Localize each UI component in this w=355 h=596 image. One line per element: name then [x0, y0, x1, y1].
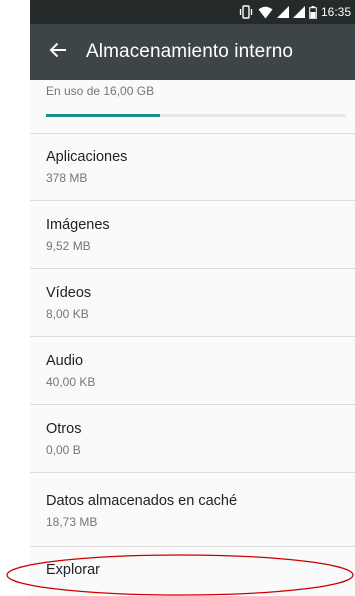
item-size: 40,00 KB	[46, 375, 96, 389]
arrow-back-icon	[49, 42, 67, 63]
signal-icon	[292, 6, 305, 18]
item-title: Datos almacenados en caché	[46, 493, 238, 509]
storage-list[interactable]: En uso de 16,00 GB Aplicaciones 378 MB I…	[30, 80, 355, 596]
phone-screen: 16:35 Almacenamiento interno En uso de 1…	[30, 0, 355, 596]
list-item-otros[interactable]: Otros 0,00 B	[30, 405, 355, 473]
item-title: Audio	[46, 353, 84, 369]
list-item-aplicaciones[interactable]: Aplicaciones 378 MB	[30, 133, 355, 201]
vibrate-icon	[238, 5, 254, 19]
usage-progress-fill	[46, 114, 160, 117]
list-item-cache[interactable]: Datos almacenados en caché 18,73 MB	[30, 473, 355, 547]
wifi-icon	[258, 6, 273, 19]
app-bar: Almacenamiento interno	[30, 24, 355, 80]
page-title: Almacenamiento interno	[86, 41, 294, 62]
item-title: Imágenes	[46, 217, 110, 233]
explore-label: Explorar	[46, 562, 100, 578]
list-item-imagenes[interactable]: Imágenes 9,52 MB	[30, 201, 355, 269]
explore-button[interactable]: Explorar	[30, 547, 355, 596]
usage-label: En uso de 16,00 GB	[46, 84, 155, 98]
item-title: Aplicaciones	[46, 149, 128, 165]
signal-icon	[276, 6, 289, 18]
back-button[interactable]	[30, 24, 86, 80]
status-bar: 16:35	[30, 0, 355, 24]
item-size: 9,52 MB	[46, 239, 91, 253]
item-size: 18,73 MB	[46, 515, 98, 529]
status-time: 16:35	[320, 5, 351, 19]
item-size: 8,00 KB	[46, 307, 89, 321]
item-size: 0,00 B	[46, 443, 81, 457]
list-item-videos[interactable]: Vídeos 8,00 KB	[30, 269, 355, 337]
item-size: 378 MB	[46, 171, 88, 185]
usage-progress-bar	[46, 114, 346, 117]
item-title: Vídeos	[46, 285, 92, 301]
item-title: Otros	[46, 421, 82, 437]
list-item-audio[interactable]: Audio 40,00 KB	[30, 337, 355, 405]
battery-icon	[309, 5, 317, 19]
storage-usage: En uso de 16,00 GB	[30, 80, 355, 134]
